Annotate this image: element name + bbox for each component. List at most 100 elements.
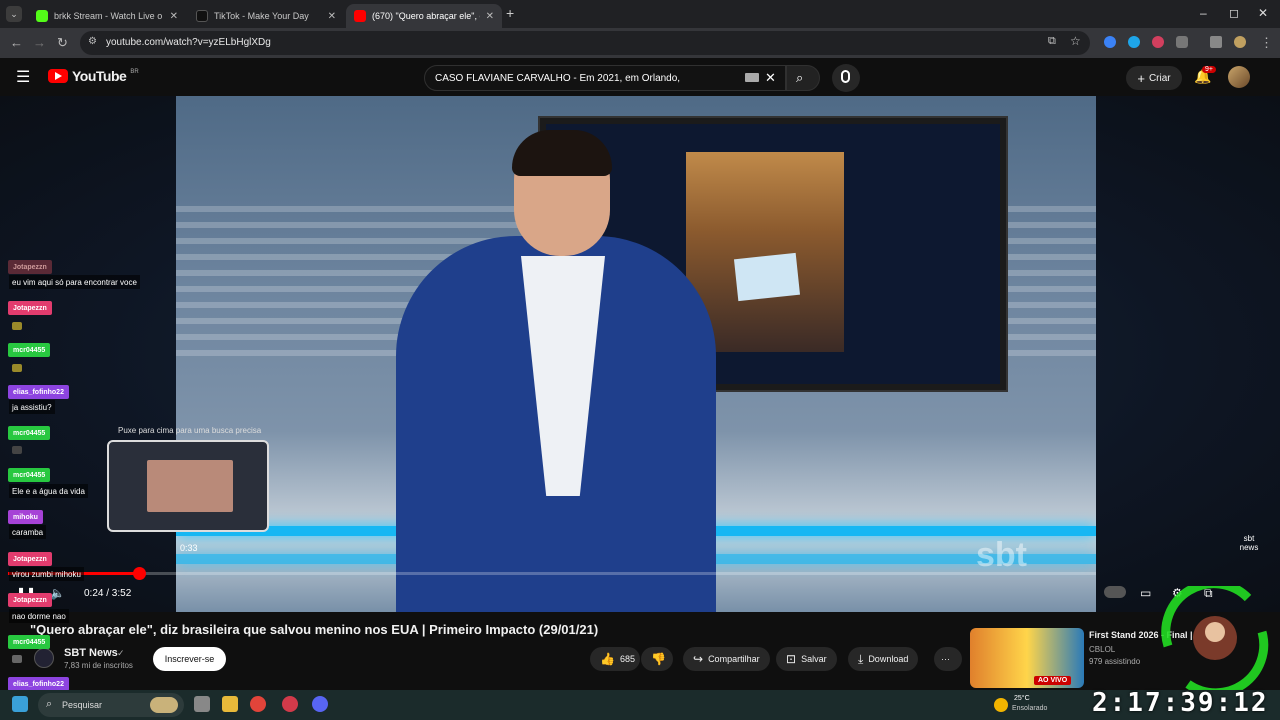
microphone-icon xyxy=(841,70,850,83)
seek-preview-thumbnail xyxy=(107,440,269,532)
create-button[interactable]: + Criar xyxy=(1126,66,1182,90)
kick-icon xyxy=(36,10,48,22)
extension-icon[interactable] xyxy=(1128,36,1140,48)
task-view-icon[interactable] xyxy=(194,696,210,712)
news-anchor-hair xyxy=(512,130,612,176)
tab-youtube[interactable]: (670) "Quero abraçar ele", d ✕ xyxy=(346,4,502,28)
extension-icon[interactable] xyxy=(1104,36,1116,48)
region-code: BR xyxy=(130,69,139,75)
download-label: Download xyxy=(868,654,909,664)
channel-avatar[interactable] xyxy=(34,648,54,668)
windows-taskbar: ⌕ Pesquisar xyxy=(0,690,1280,720)
close-icon[interactable]: ✕ xyxy=(486,11,494,22)
autoplay-toggle[interactable] xyxy=(1104,586,1126,598)
chat-message: caramba xyxy=(9,525,47,539)
dislike-button[interactable]: 👎 xyxy=(641,647,673,671)
share-button[interactable]: ↪ Compartilhar xyxy=(683,647,770,671)
weather-temperature: 25°C xyxy=(1014,695,1030,702)
chat-username: Jotapezzn xyxy=(8,301,52,315)
profile-avatar[interactable] xyxy=(1234,36,1246,48)
tiktok-icon xyxy=(196,10,208,22)
tab-tiktok[interactable]: TikTok - Make Your Day ✕ xyxy=(188,4,344,28)
like-button[interactable]: 👍 685 xyxy=(590,647,640,671)
tab-kick[interactable]: brkk Stream - Watch Live o ✕ xyxy=(28,4,186,28)
puzzle-icon[interactable] xyxy=(1176,36,1188,48)
keyboard-icon[interactable] xyxy=(745,73,759,82)
mascot-head xyxy=(1205,622,1225,642)
close-icon[interactable]: ✕ xyxy=(170,11,178,22)
create-label: Criar xyxy=(1148,72,1171,84)
chat-username: Jotapezzn xyxy=(8,260,52,274)
sun-icon[interactable] xyxy=(994,698,1008,712)
verified-icon: ✓ xyxy=(117,648,125,658)
hamburger-menu-icon[interactable]: ☰ xyxy=(16,67,30,87)
preview-frame xyxy=(147,460,233,512)
url-text[interactable]: youtube.com/watch?v=yzELbHglXDg xyxy=(106,37,271,48)
chat-emote xyxy=(12,446,22,454)
chat-username: mcr04455 xyxy=(8,635,51,649)
search-input[interactable]: CASO FLAVIANE CARVALHO - Em 2021, em Orl… xyxy=(424,65,786,91)
video-player[interactable]: sbt xyxy=(176,96,1096,612)
search-button[interactable]: ⌕ xyxy=(786,65,820,91)
search-icon: ⌕ xyxy=(796,70,804,85)
start-icon[interactable] xyxy=(12,696,28,712)
chrome-icon[interactable] xyxy=(250,696,266,712)
close-icon[interactable]: ✕ xyxy=(328,11,336,22)
download-icon: ⤓ xyxy=(858,651,864,666)
bookmark-icon: ⊡ xyxy=(786,652,797,666)
share-label: Compartilhar xyxy=(708,654,760,664)
omnibox[interactable]: ⚙ youtube.com/watch?v=yzELbHglXDg ⧉ ☆ xyxy=(80,31,1090,55)
reading-list-icon[interactable] xyxy=(1210,36,1222,48)
app-icon[interactable] xyxy=(282,696,298,712)
install-icon[interactable]: ⧉ xyxy=(1048,35,1056,48)
reload-icon[interactable]: ↻ xyxy=(57,35,68,51)
taskbar-search[interactable]: ⌕ Pesquisar xyxy=(38,693,184,717)
progress-scrubber[interactable] xyxy=(132,567,146,580)
chat-message: ja assistiu? xyxy=(9,400,55,414)
new-tab-button[interactable]: + xyxy=(506,5,514,21)
recommended-channel[interactable]: CBLOL xyxy=(1089,645,1115,654)
account-avatar[interactable] xyxy=(1228,66,1250,88)
voice-search-button[interactable] xyxy=(832,64,860,92)
forward-icon[interactable]: → xyxy=(33,35,46,50)
weather-description: Ensolarado xyxy=(1012,705,1048,712)
back-icon[interactable]: ← xyxy=(10,35,23,50)
live-badge: AO VIVO xyxy=(1034,676,1072,685)
maximize-icon[interactable]: ◻ xyxy=(1229,6,1239,20)
tv-gordinho-logo xyxy=(1161,586,1269,690)
chat-emote xyxy=(12,655,22,663)
bookmark-star-icon[interactable]: ☆ xyxy=(1070,34,1081,48)
file-explorer-icon[interactable] xyxy=(222,696,238,712)
more-actions-button[interactable]: ··· xyxy=(934,647,962,671)
help-note-card xyxy=(733,252,801,302)
video-title: "Quero abraçar ele", diz brasileira que … xyxy=(30,622,599,637)
save-label: Salvar xyxy=(801,654,827,664)
extension-icon[interactable] xyxy=(1152,36,1164,48)
tab-title: (670) "Quero abraçar ele", d xyxy=(372,11,480,21)
subscribe-button[interactable]: Inscrever-se xyxy=(153,647,226,671)
menu-dots-icon[interactable]: ⋮ xyxy=(1260,35,1273,51)
close-window-icon[interactable]: ✕ xyxy=(1258,6,1268,20)
time-display: 0:24 / 3:52 xyxy=(84,588,132,599)
chat-username: mcr04455 xyxy=(8,426,51,440)
clear-search-icon[interactable]: ✕ xyxy=(765,70,776,86)
search-query-text: CASO FLAVIANE CARVALHO - Em 2021, em Orl… xyxy=(435,73,681,84)
site-info-icon[interactable]: ⚙ xyxy=(88,36,97,47)
channel-name[interactable]: SBT News xyxy=(64,647,118,659)
chat-username: Jotapezzn xyxy=(8,593,52,607)
progress-bar[interactable] xyxy=(8,567,1096,580)
tab-search-button[interactable]: ⌄ xyxy=(6,6,22,22)
save-button[interactable]: ⊡ Salvar xyxy=(776,647,837,671)
seek-hint-text: Puxe para cima para uma busca precisa xyxy=(118,426,262,435)
volume-icon[interactable]: 🔈 xyxy=(50,586,65,600)
like-count: 685 xyxy=(619,654,635,664)
chat-message: nao dorme nao xyxy=(9,609,69,623)
plus-icon: + xyxy=(1137,70,1145,86)
download-button[interactable]: ⤓ Download xyxy=(848,647,919,671)
minimize-icon[interactable]: – xyxy=(1200,6,1207,20)
chat-username: elias_fofinho22 xyxy=(8,677,69,691)
tab-title: brkk Stream - Watch Live o xyxy=(54,11,163,21)
discord-icon[interactable] xyxy=(312,696,328,712)
subtitles-icon[interactable]: ▭ xyxy=(1140,586,1151,600)
youtube-logo[interactable]: YouTube BR xyxy=(48,68,139,84)
